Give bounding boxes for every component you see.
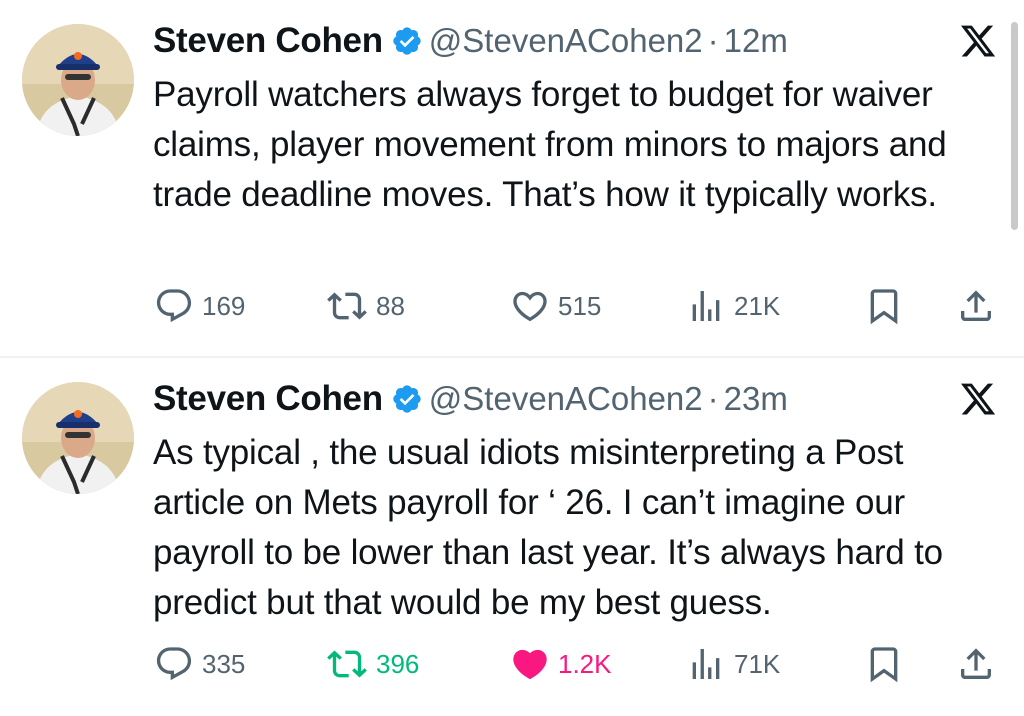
like-button[interactable]: 1.2K <box>510 642 612 686</box>
x-logo-icon[interactable] <box>958 380 998 418</box>
author-handle[interactable]: @StevenACohen2 <box>429 22 703 60</box>
bookmark-icon <box>864 644 904 684</box>
views-count: 21K <box>734 290 781 321</box>
separator-dot: · <box>707 22 719 59</box>
reply-button[interactable]: 335 <box>154 642 245 686</box>
bookmark-button[interactable] <box>864 284 904 328</box>
avatar[interactable] <box>22 24 134 136</box>
bookmark-button[interactable] <box>864 642 904 686</box>
separator-dot: · <box>707 380 719 417</box>
tweet-header: Steven Cohen @StevenACohen2 · 12m <box>153 16 788 66</box>
scrollbar[interactable] <box>1011 22 1018 230</box>
like-count: 1.2K <box>558 648 612 679</box>
reply-button[interactable]: 169 <box>154 284 245 328</box>
share-button[interactable] <box>956 284 996 328</box>
views-button[interactable]: 71K <box>686 642 780 686</box>
like-count: 515 <box>558 290 602 321</box>
tweet-text: As typical , the usual idiots misinterpr… <box>153 433 943 622</box>
views-button[interactable]: 21K <box>686 284 780 328</box>
views-count: 71K <box>734 648 781 679</box>
x-logo-icon[interactable] <box>958 22 998 60</box>
author-handle[interactable]: @StevenACohen2 <box>429 380 703 418</box>
views-icon <box>686 286 726 326</box>
tweet-actions: 335 396 1.2K 71K <box>150 642 1010 686</box>
repost-icon <box>326 286 368 326</box>
reply-count: 335 <box>202 648 246 679</box>
tweet-actions: 169 88 515 21K <box>150 284 1010 328</box>
timestamp[interactable]: 23m <box>724 380 788 418</box>
repost-count: 396 <box>376 648 420 679</box>
tweet-text: Payroll watchers always forget to budget… <box>153 75 947 214</box>
share-icon <box>956 286 996 326</box>
repost-button[interactable]: 88 <box>326 284 405 328</box>
share-button[interactable] <box>956 642 996 686</box>
like-button[interactable]: 515 <box>510 284 601 328</box>
share-icon <box>956 644 996 684</box>
author-name[interactable]: Steven Cohen <box>153 379 383 419</box>
timestamp[interactable]: 12m <box>724 22 788 60</box>
avatar[interactable] <box>22 382 134 494</box>
repost-icon <box>326 644 368 684</box>
tweet[interactable]: Steven Cohen @StevenACohen2 · 23m As typ… <box>0 358 1024 715</box>
views-icon <box>686 644 726 684</box>
heart-icon <box>510 644 550 684</box>
tweet-header: Steven Cohen @StevenACohen2 · 23m <box>153 374 788 424</box>
heart-icon <box>510 286 550 326</box>
author-name[interactable]: Steven Cohen <box>153 21 383 61</box>
reply-count: 169 <box>202 290 246 321</box>
repost-button[interactable]: 396 <box>326 642 419 686</box>
verified-badge-icon <box>391 25 423 57</box>
tweet[interactable]: Steven Cohen @StevenACohen2 · 12m Payrol… <box>0 0 1024 357</box>
bookmark-icon <box>864 286 904 326</box>
verified-badge-icon <box>391 383 423 415</box>
repost-count: 88 <box>376 290 405 321</box>
reply-icon <box>154 286 194 326</box>
reply-icon <box>154 644 194 684</box>
